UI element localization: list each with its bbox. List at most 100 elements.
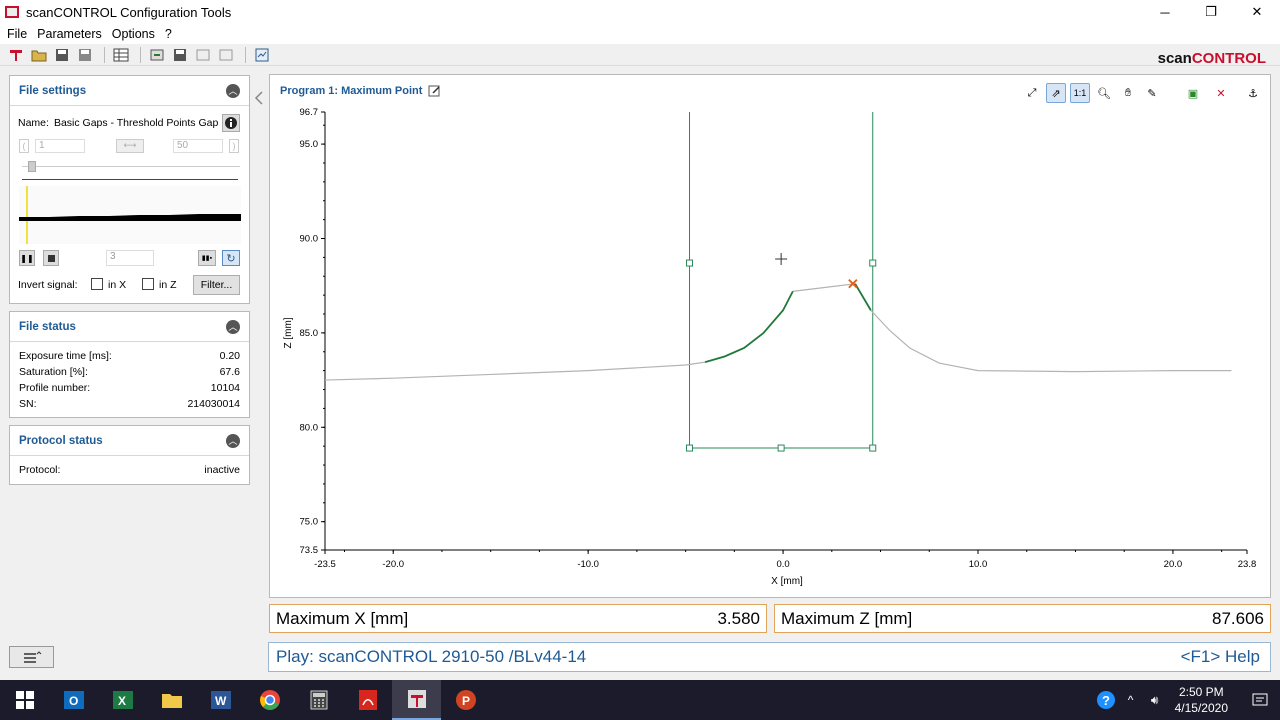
status-bar: Play: scanCONTROL 2910-50 /BLv44-14 <F1>… (268, 642, 1271, 672)
x-tick-label: -23.5 (314, 559, 336, 570)
stop-button[interactable] (43, 250, 59, 266)
chevron-up-icon[interactable]: ^ (1119, 693, 1143, 707)
info-button[interactable] (222, 114, 240, 132)
pause-button[interactable]: ❚❚ (19, 250, 35, 266)
profile-chart[interactable]: -23.5 -20.0 -10.0 0.0 10.0 20.0 23.8 96.7 95.0 90… (270, 75, 1270, 597)
volume-icon[interactable]: 🔊︎ (1143, 693, 1167, 708)
x-tick-label: -20.0 (382, 559, 404, 570)
signal-preview (19, 186, 241, 244)
save-config-icon[interactable] (170, 46, 190, 64)
powerpoint-icon[interactable]: P (441, 680, 490, 720)
menu-file[interactable]: File (2, 27, 32, 41)
protocol-value: inactive (204, 464, 240, 476)
in-z-label: in Z (159, 279, 177, 291)
app-icon (5, 6, 19, 18)
step-spinner[interactable]: 3 (106, 250, 154, 266)
status-row: Profile number: 10104 (10, 380, 249, 396)
maximum-x-box: Maximum X [mm] 3.580 (269, 604, 767, 633)
y-tick-label: 96.7 (300, 107, 319, 118)
roi-handle[interactable] (869, 444, 877, 452)
protocol-status-title: Protocol status (19, 434, 103, 447)
maximum-x-label: Maximum X [mm] (276, 608, 409, 628)
export-icon[interactable] (193, 46, 213, 64)
word-icon[interactable]: W (196, 680, 245, 720)
status-row: Exposure time [ms]: 0.20 (10, 348, 249, 364)
scancontrol-icon[interactable] (392, 680, 441, 720)
notification-icon[interactable] (1240, 692, 1280, 708)
filter-button[interactable]: Filter... (193, 275, 240, 295)
explorer-icon[interactable] (147, 680, 196, 720)
invert-x-checkbox[interactable] (91, 278, 103, 290)
table-icon[interactable] (111, 46, 131, 64)
roi-series-left (704, 290, 794, 364)
excel-icon[interactable]: X (98, 680, 147, 720)
connect-icon[interactable] (6, 46, 26, 64)
start-icon[interactable] (0, 680, 49, 720)
collapse-icon[interactable]: ︿ (226, 83, 240, 98)
toolbar-separator (104, 46, 105, 63)
maximum-z-label: Maximum Z [mm] (781, 608, 913, 628)
profile-series-line (324, 283, 1232, 381)
protocol-status-header: Protocol status ︿ (10, 426, 249, 456)
help-link[interactable]: <F1> Help (1181, 647, 1260, 667)
collapse-sidebar-icon[interactable] (253, 90, 265, 106)
roi-series-right (854, 283, 872, 311)
save-all-icon[interactable] (75, 46, 95, 64)
range-start-input[interactable]: 1 (35, 139, 85, 153)
roi-handle[interactable] (686, 444, 694, 452)
status-label: Saturation [%]: (19, 366, 88, 378)
clock[interactable]: 2:50 PM 4/15/2020 (1175, 684, 1228, 716)
x-axis-label: X [mm] (771, 576, 803, 587)
y-tick-label: 73.5 (300, 545, 319, 556)
range-width-icon[interactable]: ⟷ (116, 139, 144, 153)
x-tick-label: 23.8 (1238, 559, 1257, 570)
roi-handle[interactable] (869, 259, 877, 267)
status-value: 10104 (210, 382, 240, 394)
calculator-icon[interactable] (294, 680, 343, 720)
roi-handle[interactable] (777, 444, 785, 452)
report-icon[interactable] (252, 46, 272, 64)
status-label: Profile number: (19, 382, 91, 394)
menu-help[interactable]: ? (160, 27, 177, 41)
status-label: SN: (19, 398, 37, 410)
file-status-title: File status (19, 320, 76, 333)
protocol-label: Protocol: (19, 464, 61, 476)
loop-icon[interactable]: ↻ (222, 250, 240, 266)
invert-z-checkbox[interactable] (142, 278, 154, 290)
file-settings-title: File settings (19, 84, 87, 97)
svg-text:O: O (69, 694, 78, 708)
outlook-icon[interactable]: O (49, 680, 98, 720)
file-status-panel: File status ︿ Exposure time [ms]: 0.20 Sa… (9, 311, 250, 418)
x-tick-label: 20.0 (1164, 559, 1183, 570)
maximize-button[interactable]: ❐ (1188, 0, 1234, 24)
acrobat-icon[interactable] (343, 680, 392, 720)
y-tick-label: 85.0 (300, 328, 319, 339)
menu-options[interactable]: Options (107, 27, 160, 41)
step-play-button[interactable]: ▮▮▪ (198, 250, 216, 266)
minimize-button[interactable]: ─ (1142, 0, 1188, 24)
import-icon[interactable] (216, 46, 236, 64)
profile-plot-panel: Program 1: Maximum Point ⤢ ⇗ 1:1 🔍︎ ✋︎ ✎… (269, 74, 1271, 598)
frame-slider-track[interactable] (22, 166, 240, 167)
range-start-bracket[interactable]: ( (19, 139, 29, 153)
open-icon[interactable] (29, 46, 49, 64)
collapse-icon[interactable]: ︿ (226, 319, 240, 334)
load-config-icon[interactable] (147, 46, 167, 64)
close-button[interactable]: ✕ (1234, 0, 1280, 24)
frame-slider-thumb[interactable] (28, 161, 36, 172)
file-settings-panel: File settings ︿ Name: Basic Gaps - Thres… (9, 75, 250, 304)
chrome-icon[interactable] (245, 680, 294, 720)
range-end-bracket[interactable]: ) (229, 139, 239, 153)
collapse-icon[interactable]: ︿ (226, 433, 240, 448)
range-end-input[interactable]: 50 (173, 139, 223, 153)
help-tray-icon[interactable]: ? (1093, 690, 1119, 710)
clock-date: 4/15/2020 (1174, 701, 1228, 715)
status-value: 0.20 (219, 350, 240, 362)
menu-parameters[interactable]: Parameters (32, 27, 107, 41)
main-menu-button[interactable] (9, 646, 54, 668)
save-icon[interactable] (52, 46, 72, 64)
toolbar-separator (140, 46, 141, 63)
name-row: Name: Basic Gaps - Threshold Points Gap.… (18, 117, 218, 129)
status-label: Exposure time [ms]: (19, 350, 112, 362)
roi-handle[interactable] (686, 259, 694, 267)
